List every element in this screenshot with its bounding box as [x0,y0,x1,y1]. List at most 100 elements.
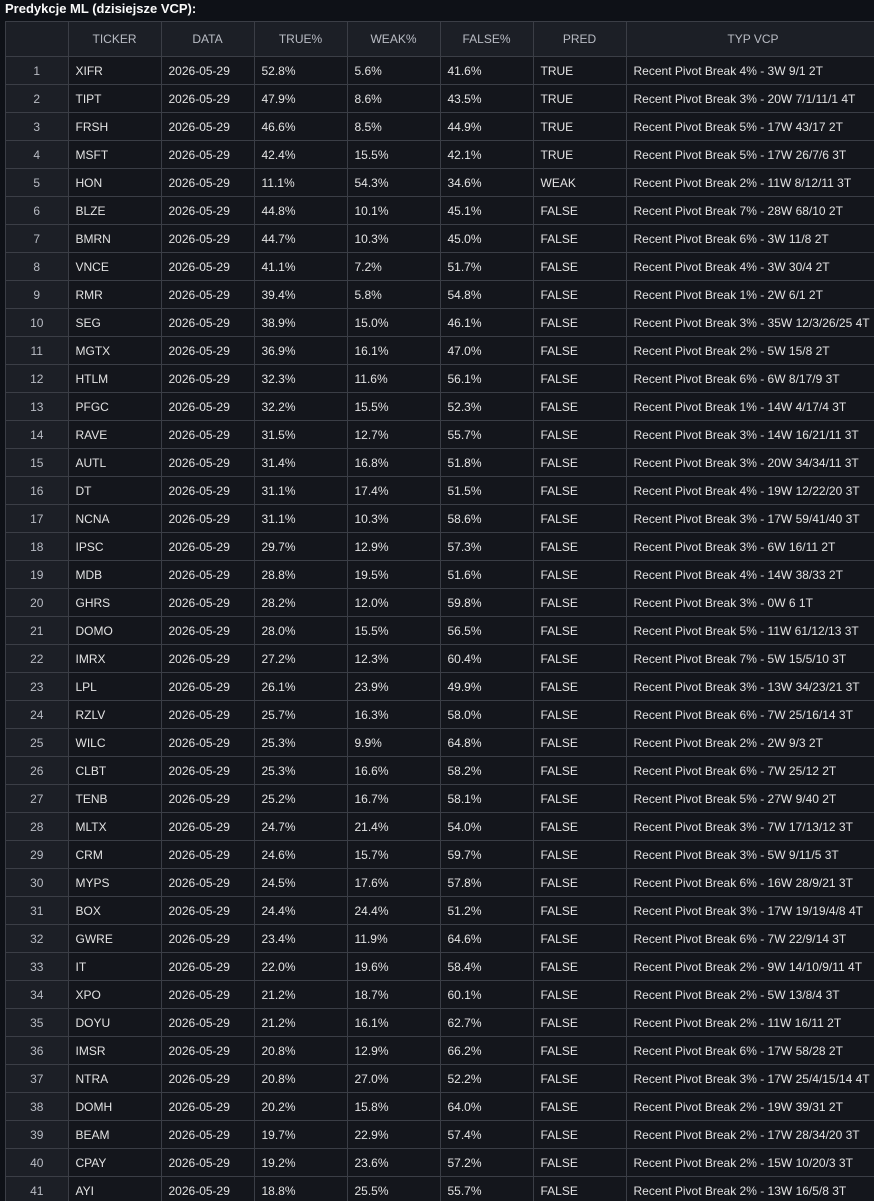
vcp-type-cell[interactable]: Recent Pivot Break 2% - 13W 16/5/8 3T [626,1177,874,1201]
row-index-cell[interactable]: 16 [6,477,68,505]
table-row[interactable]: 38DOMH2026-05-2920.2%15.8%64.0%FALSERece… [6,1093,874,1121]
pred-cell[interactable]: FALSE [533,1177,626,1201]
table-row[interactable]: 11MGTX2026-05-2936.9%16.1%47.0%FALSERece… [6,337,874,365]
table-row[interactable]: 24RZLV2026-05-2925.7%16.3%58.0%FALSERece… [6,701,874,729]
false-pct-cell[interactable]: 47.0% [440,337,533,365]
weak-pct-cell[interactable]: 54.3% [347,169,440,197]
row-index-cell[interactable]: 26 [6,757,68,785]
row-index-cell[interactable]: 11 [6,337,68,365]
date-cell[interactable]: 2026-05-29 [161,113,254,141]
weak-pct-cell[interactable]: 23.9% [347,673,440,701]
date-cell[interactable]: 2026-05-29 [161,561,254,589]
false-pct-cell[interactable]: 60.4% [440,645,533,673]
date-cell[interactable]: 2026-05-29 [161,1149,254,1177]
pred-cell[interactable]: FALSE [533,673,626,701]
false-pct-cell[interactable]: 64.6% [440,925,533,953]
false-pct-cell[interactable]: 59.8% [440,589,533,617]
row-index-cell[interactable]: 39 [6,1121,68,1149]
pred-cell[interactable]: FALSE [533,869,626,897]
pred-cell[interactable]: FALSE [533,925,626,953]
pred-cell[interactable]: FALSE [533,421,626,449]
true-pct-cell[interactable]: 25.2% [254,785,347,813]
false-pct-cell[interactable]: 55.7% [440,421,533,449]
weak-pct-cell[interactable]: 27.0% [347,1065,440,1093]
table-row[interactable]: 32GWRE2026-05-2923.4%11.9%64.6%FALSERece… [6,925,874,953]
row-index-cell[interactable]: 27 [6,785,68,813]
ticker-cell[interactable]: IPSC [68,533,161,561]
weak-pct-cell[interactable]: 15.0% [347,309,440,337]
pred-cell[interactable]: FALSE [533,897,626,925]
false-pct-cell[interactable]: 60.1% [440,981,533,1009]
table-row[interactable]: 3FRSH2026-05-2946.6%8.5%44.9%TRUERecent … [6,113,874,141]
row-index-cell[interactable]: 33 [6,953,68,981]
false-pct-cell[interactable]: 44.9% [440,113,533,141]
pred-cell[interactable]: FALSE [533,589,626,617]
false-pct-cell[interactable]: 51.5% [440,477,533,505]
vcp-type-cell[interactable]: Recent Pivot Break 4% - 14W 38/33 2T [626,561,874,589]
pred-cell[interactable]: FALSE [533,281,626,309]
true-pct-cell[interactable]: 18.8% [254,1177,347,1201]
true-pct-cell[interactable]: 32.3% [254,365,347,393]
ticker-cell[interactable]: NTRA [68,1065,161,1093]
vcp-type-cell[interactable]: Recent Pivot Break 6% - 3W 11/8 2T [626,225,874,253]
date-cell[interactable]: 2026-05-29 [161,673,254,701]
true-pct-cell[interactable]: 28.2% [254,589,347,617]
row-index-cell[interactable]: 18 [6,533,68,561]
date-cell[interactable]: 2026-05-29 [161,701,254,729]
false-pct-cell[interactable]: 45.0% [440,225,533,253]
vcp-type-cell[interactable]: Recent Pivot Break 7% - 28W 68/10 2T [626,197,874,225]
ticker-cell[interactable]: GWRE [68,925,161,953]
weak-pct-cell[interactable]: 5.8% [347,281,440,309]
ticker-cell[interactable]: AUTL [68,449,161,477]
pred-cell[interactable]: FALSE [533,561,626,589]
weak-pct-cell[interactable]: 16.3% [347,701,440,729]
ticker-cell[interactable]: MYPS [68,869,161,897]
ticker-cell[interactable]: IMSR [68,1037,161,1065]
pred-cell[interactable]: FALSE [533,1149,626,1177]
row-index-cell[interactable]: 35 [6,1009,68,1037]
weak-pct-cell[interactable]: 17.4% [347,477,440,505]
table-row[interactable]: 9RMR2026-05-2939.4%5.8%54.8%FALSERecent … [6,281,874,309]
vcp-type-cell[interactable]: Recent Pivot Break 3% - 17W 19/19/4/8 4T [626,897,874,925]
vcp-type-cell[interactable]: Recent Pivot Break 2% - 15W 10/20/3 3T [626,1149,874,1177]
weak-pct-cell[interactable]: 5.6% [347,57,440,85]
pred-cell[interactable]: TRUE [533,141,626,169]
date-cell[interactable]: 2026-05-29 [161,57,254,85]
row-index-cell[interactable]: 4 [6,141,68,169]
date-cell[interactable]: 2026-05-29 [161,757,254,785]
false-pct-cell[interactable]: 58.4% [440,953,533,981]
table-row[interactable]: 23LPL2026-05-2926.1%23.9%49.9%FALSERecen… [6,673,874,701]
date-cell[interactable]: 2026-05-29 [161,785,254,813]
weak-pct-cell[interactable]: 12.9% [347,533,440,561]
row-index-cell[interactable]: 8 [6,253,68,281]
true-pct-cell[interactable]: 44.7% [254,225,347,253]
false-pct-cell[interactable]: 57.4% [440,1121,533,1149]
ticker-cell[interactable]: BOX [68,897,161,925]
false-pct-cell[interactable]: 45.1% [440,197,533,225]
weak-pct-cell[interactable]: 15.5% [347,617,440,645]
row-index-cell[interactable]: 17 [6,505,68,533]
false-pct-cell[interactable]: 62.7% [440,1009,533,1037]
vcp-type-cell[interactable]: Recent Pivot Break 3% - 17W 25/4/15/14 4… [626,1065,874,1093]
column-header-weak-pct[interactable]: WEAK% [347,22,440,57]
false-pct-cell[interactable]: 58.6% [440,505,533,533]
vcp-type-cell[interactable]: Recent Pivot Break 3% - 0W 6 1T [626,589,874,617]
true-pct-cell[interactable]: 39.4% [254,281,347,309]
true-pct-cell[interactable]: 28.8% [254,561,347,589]
table-row[interactable]: 18IPSC2026-05-2929.7%12.9%57.3%FALSERece… [6,533,874,561]
ticker-cell[interactable]: SEG [68,309,161,337]
true-pct-cell[interactable]: 11.1% [254,169,347,197]
true-pct-cell[interactable]: 25.3% [254,729,347,757]
true-pct-cell[interactable]: 23.4% [254,925,347,953]
date-cell[interactable]: 2026-05-29 [161,85,254,113]
ticker-cell[interactable]: XPO [68,981,161,1009]
table-row[interactable]: 29CRM2026-05-2924.6%15.7%59.7%FALSERecen… [6,841,874,869]
vcp-type-cell[interactable]: Recent Pivot Break 1% - 14W 4/17/4 3T [626,393,874,421]
ticker-cell[interactable]: CLBT [68,757,161,785]
table-row[interactable]: 26CLBT2026-05-2925.3%16.6%58.2%FALSERece… [6,757,874,785]
vcp-type-cell[interactable]: Recent Pivot Break 5% - 17W 26/7/6 3T [626,141,874,169]
date-cell[interactable]: 2026-05-29 [161,477,254,505]
weak-pct-cell[interactable]: 12.9% [347,1037,440,1065]
true-pct-cell[interactable]: 31.5% [254,421,347,449]
pred-cell[interactable]: FALSE [533,1009,626,1037]
